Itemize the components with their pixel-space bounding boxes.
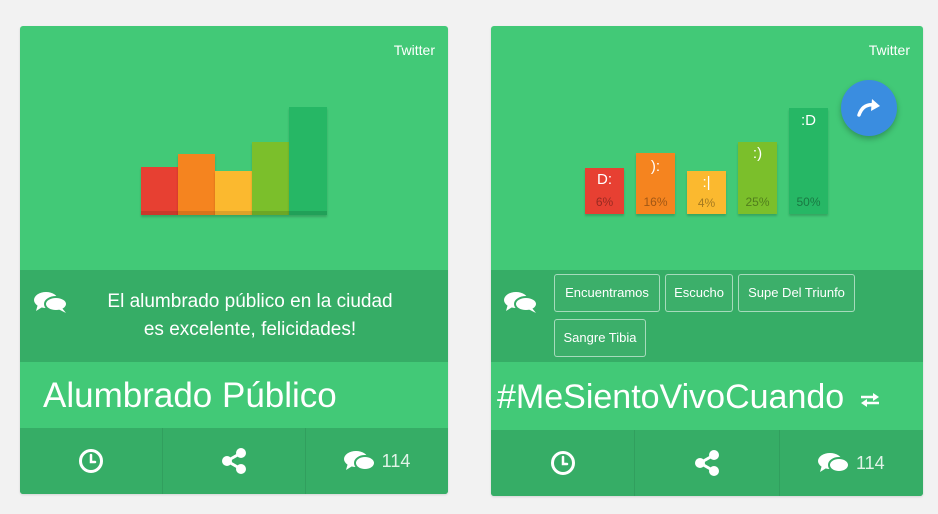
sentiment-bar: :) 25% bbox=[738, 142, 777, 214]
swap-arrows-icon[interactable] bbox=[860, 392, 880, 408]
hashtag-title[interactable]: #MeSientoVivoCuando bbox=[497, 378, 880, 417]
topic-chip[interactable]: Supe Del Triunfo bbox=[738, 274, 855, 312]
sentiment-pct: 16% bbox=[643, 195, 668, 209]
sentiment-face: ): bbox=[650, 158, 661, 175]
share-button[interactable] bbox=[162, 428, 305, 494]
clock-icon bbox=[79, 449, 103, 473]
sentiment-bar: :| 4% bbox=[687, 171, 726, 214]
topic-card-alumbrado[interactable]: Twitter El alumbrado público en la ciuda… bbox=[20, 26, 448, 494]
sentiment-face: :| bbox=[702, 174, 711, 191]
comments-count: 114 bbox=[855, 452, 885, 473]
source-label: Twitter bbox=[393, 42, 435, 58]
history-button[interactable] bbox=[491, 430, 634, 496]
sentiment-bar: D: 6% bbox=[585, 168, 624, 214]
bar-negative bbox=[178, 154, 215, 215]
history-button[interactable] bbox=[20, 428, 162, 494]
refresh-button[interactable] bbox=[841, 80, 897, 136]
share-button[interactable] bbox=[634, 430, 778, 496]
hashtag-text: #MeSientoVivoCuando bbox=[497, 378, 845, 416]
sentiment-pct: 4% bbox=[697, 196, 716, 210]
bar-neutral bbox=[215, 171, 252, 215]
share-icon bbox=[222, 448, 246, 474]
bar-very-negative bbox=[141, 167, 178, 215]
topic-title[interactable]: Alumbrado Público bbox=[43, 376, 337, 416]
topic-chip[interactable]: Escucho bbox=[665, 274, 733, 312]
redo-arrow-icon bbox=[857, 99, 880, 117]
sentiment-bar: :D 50% bbox=[789, 108, 828, 214]
sentiment-face: :D bbox=[801, 112, 816, 129]
comments-button[interactable]: 114 bbox=[778, 430, 923, 496]
comments-icon bbox=[817, 453, 850, 473]
topic-card-mesientovivocuando[interactable]: Twitter D: 6% ): 16% :| 4% :) 25% :D 50% bbox=[491, 26, 923, 496]
source-label: Twitter bbox=[868, 42, 910, 58]
comments-icon bbox=[504, 292, 538, 313]
topic-chip[interactable]: Encuentramos bbox=[554, 274, 660, 312]
comments-button[interactable]: 114 bbox=[305, 428, 448, 494]
comment-text: El alumbrado público en la ciudad es exc… bbox=[80, 288, 420, 344]
comments-icon bbox=[34, 292, 68, 313]
clock-icon bbox=[550, 451, 575, 475]
topic-chip[interactable]: Sangre Tibia bbox=[554, 319, 646, 357]
sentiment-pct: 50% bbox=[796, 195, 821, 209]
sentiment-pct: 6% bbox=[595, 195, 614, 209]
sentiment-face: :) bbox=[752, 145, 763, 162]
comment-line-2: es excelente, felicidades! bbox=[143, 319, 357, 340]
card-footer: 114 bbox=[20, 428, 448, 494]
bar-positive bbox=[252, 142, 289, 215]
bar-very-positive bbox=[289, 107, 327, 215]
comments-icon bbox=[343, 451, 376, 471]
comments-count: 114 bbox=[381, 450, 411, 471]
share-icon bbox=[694, 450, 719, 476]
comment-band: El alumbrado público en la ciudad es exc… bbox=[20, 270, 448, 362]
sentiment-pct: 25% bbox=[745, 195, 770, 209]
comment-line-1: El alumbrado público en la ciudad bbox=[107, 291, 393, 312]
sentiment-face: D: bbox=[597, 171, 612, 188]
topics-band: Encuentramos Escucho Supe Del Triunfo Sa… bbox=[491, 270, 923, 362]
card-footer: 114 bbox=[491, 430, 923, 496]
sentiment-bar: ): 16% bbox=[636, 153, 675, 214]
